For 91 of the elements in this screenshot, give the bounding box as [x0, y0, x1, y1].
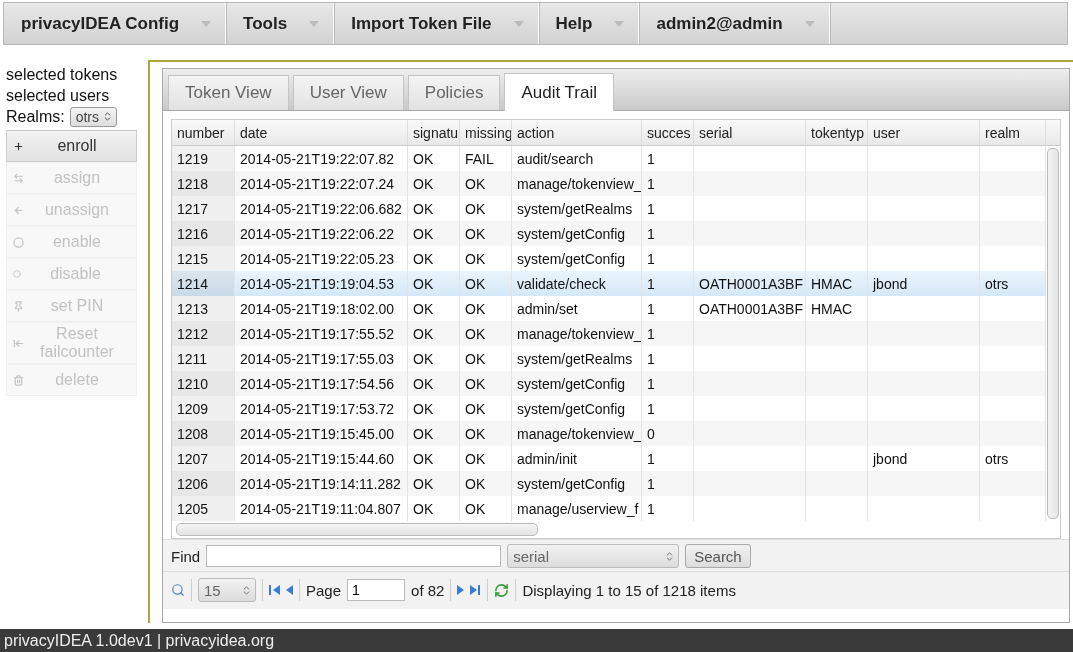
table-cell: 1 [642, 496, 694, 521]
table-row[interactable]: 1206 2014-05-21T19:14:11.282 OK OK system/getConfig 1 [172, 471, 1046, 496]
column-header[interactable]: signatu [408, 120, 460, 145]
table-row[interactable]: 1217 2014-05-21T19:22:06.682 OK OK system/getRealms 1 [172, 196, 1046, 221]
trash-icon [13, 374, 24, 386]
caret-icon [201, 20, 212, 27]
arrow-to-bar-icon [13, 337, 24, 349]
column-header[interactable]: succes [642, 120, 694, 145]
tab[interactable]: Token View [168, 75, 289, 110]
table-cell: 1209 [172, 396, 235, 421]
table-cell: 1207 [172, 446, 235, 471]
horizontal-scrollbar[interactable] [176, 523, 538, 536]
table-row[interactable]: 1207 2014-05-21T19:15:44.60 OK OK admin/init 1 jbond otrs [172, 446, 1046, 471]
realms-label: Realms: [6, 107, 65, 127]
double-arrow-icon [13, 172, 24, 184]
left-arrow-icon [13, 204, 24, 216]
last-page-icon[interactable] [470, 584, 482, 596]
plus-icon [13, 140, 24, 152]
table-cell: 1208 [172, 421, 235, 446]
tab[interactable]: Policies [407, 75, 501, 110]
menu-item[interactable]: admin2@admin [639, 3, 830, 44]
table-row[interactable]: 1213 2014-05-21T19:18:02.00 OK OK admin/set 1 OATH0001A3BF HMAC [172, 296, 1046, 321]
table-cell: OK [460, 496, 512, 521]
table-cell: 1210 [172, 371, 235, 396]
vertical-scrollbar[interactable] [1047, 148, 1059, 519]
search-icon[interactable] [171, 583, 185, 597]
table-cell: 2014-05-21T19:11:04.807 [235, 496, 408, 521]
menu-item[interactable]: Import Token File [334, 3, 539, 44]
circle-icon [13, 270, 21, 278]
page-size-select[interactable]: 15 [198, 578, 256, 602]
caret-icon [513, 20, 524, 27]
table-cell: 1218 [172, 171, 235, 196]
table-cell: 1205 [172, 496, 235, 521]
table-row[interactable]: 1218 2014-05-21T19:22:07.24 OK OK manage/tokenview_ 1 [172, 171, 1046, 196]
table-row[interactable]: 1211 2014-05-21T19:17:55.03 OK OK system/getRealms 1 [172, 346, 1046, 371]
table-cell: 1216 [172, 221, 235, 246]
table-row[interactable]: 1219 2014-05-21T19:22:07.82 OK FAIL audit/search 1 [172, 146, 1046, 171]
column-header[interactable]: user [868, 120, 980, 145]
table-cell: 1219 [172, 146, 235, 171]
tab[interactable]: Audit Trail [504, 73, 614, 111]
pin-icon [13, 300, 24, 312]
tab[interactable]: User View [292, 75, 404, 110]
caret-icon [614, 20, 625, 27]
previous-page-icon[interactable] [286, 584, 293, 596]
table-row[interactable]: 1215 2014-05-21T19:22:05.23 OK OK system/getConfig 1 [172, 246, 1046, 271]
refresh-icon[interactable] [494, 582, 510, 598]
menu-item[interactable]: privacyIDEA Config [4, 3, 227, 44]
page-label: Page [306, 581, 342, 599]
next-page-icon[interactable] [457, 584, 465, 596]
column-header[interactable]: date [235, 120, 408, 145]
menu-item[interactable]: Help [538, 3, 640, 44]
table-cell: 1213 [172, 296, 235, 321]
table-row[interactable]: 1212 2014-05-21T19:17:55.52 OK OK manage/tokenview_ 1 [172, 321, 1046, 346]
table-row[interactable]: 1216 2014-05-21T19:22:06.22 OK OK system/getConfig 1 [172, 221, 1046, 246]
page-input[interactable]: 1 [347, 579, 406, 601]
action-button[interactable]: enroll [6, 130, 137, 162]
find-input[interactable] [206, 545, 502, 567]
table-cell: 1215 [172, 246, 235, 271]
find-label: Find [171, 547, 201, 565]
table-cell: 1214 [172, 271, 235, 296]
caret-icon [309, 20, 320, 27]
column-header[interactable]: realm [980, 120, 1046, 145]
table-row[interactable]: 1209 2014-05-21T19:17:53.72 OK OK system/getConfig 1 [172, 396, 1046, 421]
scope-select[interactable]: serial [507, 544, 680, 568]
table-cell: 1212 [172, 321, 235, 346]
table-cell: 1211 [172, 346, 235, 371]
paging-status: Displaying 1 to 15 of 1218 items [522, 581, 736, 599]
table-row[interactable]: 1205 2014-05-21T19:11:04.807 OK OK manage/userview_f 1 [172, 496, 1046, 521]
column-header[interactable]: number [172, 120, 235, 145]
column-header[interactable]: missing [460, 120, 512, 145]
stepper-icon [241, 584, 252, 596]
table-cell: manage/userview_f [512, 496, 642, 521]
table-cell: OK [408, 496, 460, 521]
page-count: of 82 [411, 581, 445, 599]
table-cell: 1217 [172, 196, 235, 221]
column-header[interactable]: action [512, 120, 642, 145]
table-cell: 1206 [172, 471, 235, 496]
column-header[interactable]: tokentyp [806, 120, 868, 145]
column-header[interactable]: serial [694, 120, 806, 145]
search-button[interactable]: Search [685, 544, 751, 568]
selected-tokens-label: selected tokens [6, 65, 119, 85]
table-row[interactable]: 1214 2014-05-21T19:19:04.53 OK OK validate/check 1 OATH0001A3BF HMAC jbond otrs [172, 271, 1046, 296]
selected-users-label: selected users [6, 86, 111, 106]
circle-icon [13, 236, 24, 248]
footer-text: privacyIDEA 1.0dev1 | privacyidea.org [0, 629, 1073, 652]
realm-select[interactable]: otrs [69, 106, 118, 127]
table-row[interactable]: 1208 2014-05-21T19:15:45.00 OK OK manage/tokenview_ 0 [172, 421, 1046, 446]
caret-icon [804, 20, 815, 27]
first-page-icon[interactable] [269, 584, 280, 596]
table-row[interactable]: 1210 2014-05-21T19:17:54.56 OK OK system/getConfig 1 [172, 371, 1046, 396]
menu-item[interactable]: Tools [226, 3, 335, 44]
